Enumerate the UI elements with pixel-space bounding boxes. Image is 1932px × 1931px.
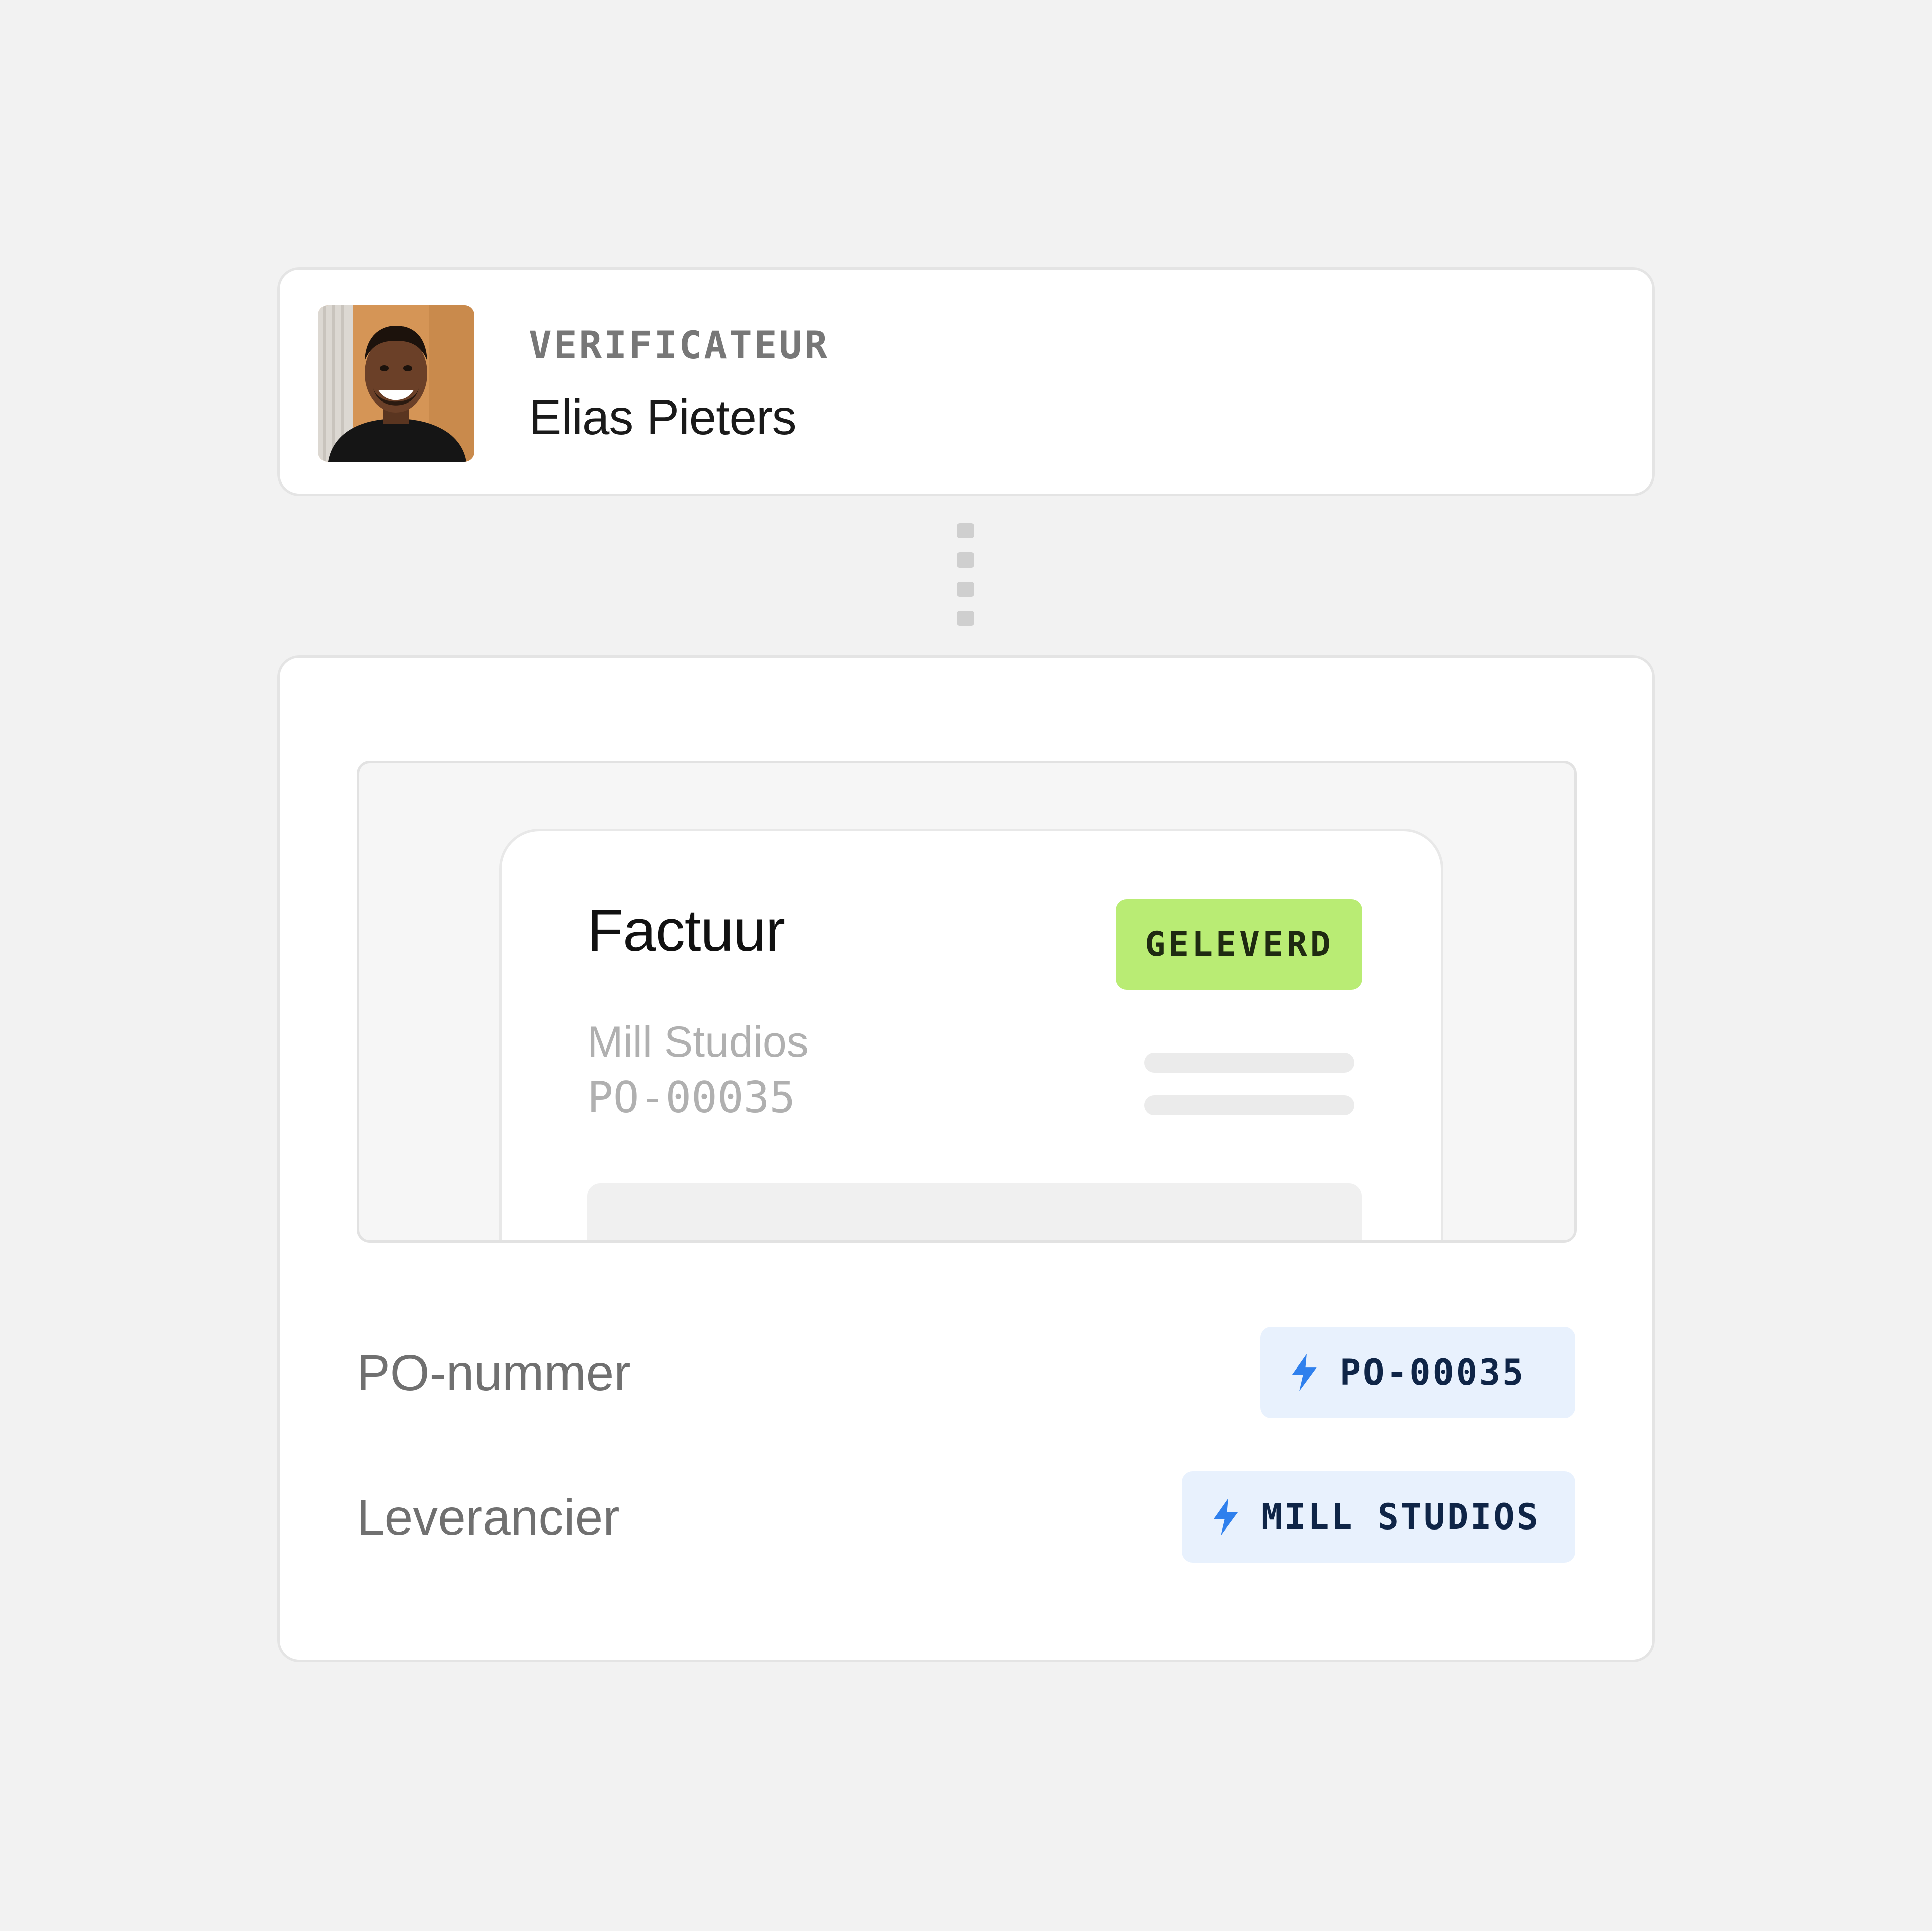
- placeholder-line: [1144, 1053, 1354, 1073]
- invoice-card: Factuur GELEVERD Mill Studios PO-00035 P…: [277, 655, 1655, 1662]
- connector-dot: [957, 523, 974, 538]
- document-po-number: PO-00035: [587, 1073, 796, 1123]
- po-number-chip[interactable]: PO-00035: [1260, 1327, 1575, 1418]
- lightning-bolt-icon: [1292, 1354, 1317, 1391]
- status-badge: GELEVERD: [1116, 899, 1362, 990]
- invoice-preview-frame: Factuur GELEVERD Mill Studios PO-00035: [357, 761, 1577, 1243]
- po-number-value: PO-00035: [1340, 1352, 1526, 1393]
- connector-dot: [957, 582, 974, 597]
- vendor-value: MILL STUDIOS: [1261, 1496, 1540, 1538]
- dotted-connector-icon: [957, 523, 974, 629]
- verifier-card: VERIFICATEUR Elias Pieters: [277, 267, 1655, 496]
- invoice-document[interactable]: Factuur GELEVERD Mill Studios PO-00035: [499, 829, 1443, 1240]
- person-photo-icon: [318, 305, 474, 462]
- role-label: VERIFICATEUR: [529, 323, 830, 367]
- document-vendor: Mill Studios: [587, 1018, 809, 1066]
- lightning-bolt-icon: [1213, 1498, 1238, 1536]
- placeholder-block: [587, 1183, 1362, 1240]
- placeholder-line: [1144, 1095, 1354, 1115]
- connector-dot: [957, 552, 974, 568]
- field-label-po-number: PO-nummer: [357, 1345, 631, 1401]
- document-title: Factuur: [587, 898, 785, 964]
- person-name: Elias Pieters: [529, 389, 797, 445]
- vendor-chip[interactable]: MILL STUDIOS: [1182, 1471, 1575, 1563]
- avatar: [318, 305, 474, 462]
- connector-dot: [957, 611, 974, 626]
- field-label-vendor: Leverancier: [357, 1489, 620, 1546]
